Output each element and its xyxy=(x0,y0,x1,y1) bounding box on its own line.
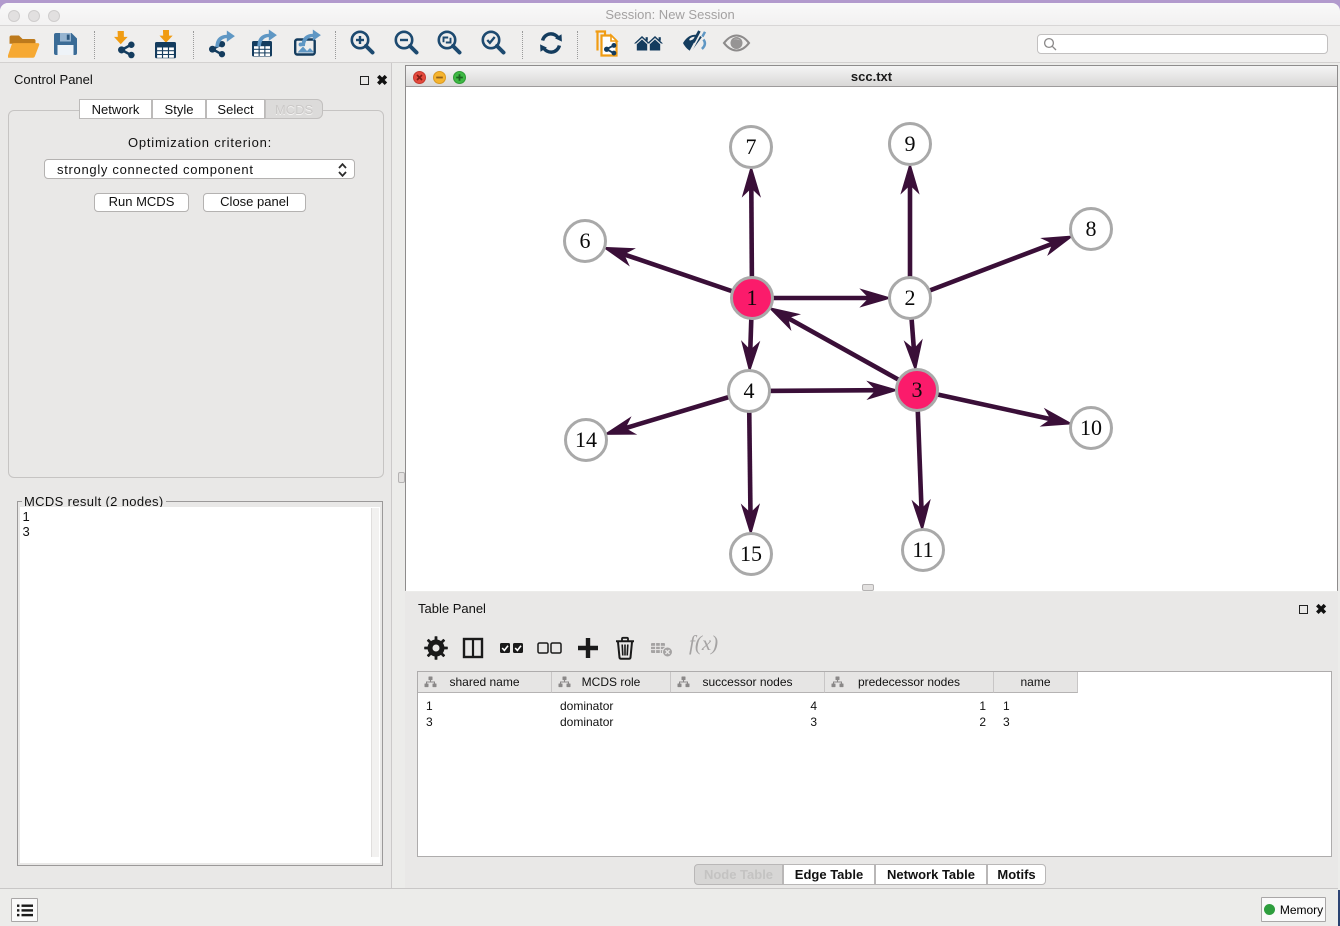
svg-text:11: 11 xyxy=(912,537,933,562)
svg-text:f(x): f(x) xyxy=(689,631,718,655)
svg-text:15: 15 xyxy=(740,541,762,566)
svg-text:10: 10 xyxy=(1080,415,1102,440)
svg-text:14: 14 xyxy=(575,427,597,452)
svg-text:3: 3 xyxy=(912,377,923,402)
svg-text:1: 1 xyxy=(747,285,758,310)
svg-text:8: 8 xyxy=(1086,216,1097,241)
svg-text:2: 2 xyxy=(905,285,916,310)
svg-text:4: 4 xyxy=(744,378,755,403)
svg-text:9: 9 xyxy=(905,131,916,156)
svg-text:7: 7 xyxy=(746,134,757,159)
svg-text:6: 6 xyxy=(580,228,591,253)
